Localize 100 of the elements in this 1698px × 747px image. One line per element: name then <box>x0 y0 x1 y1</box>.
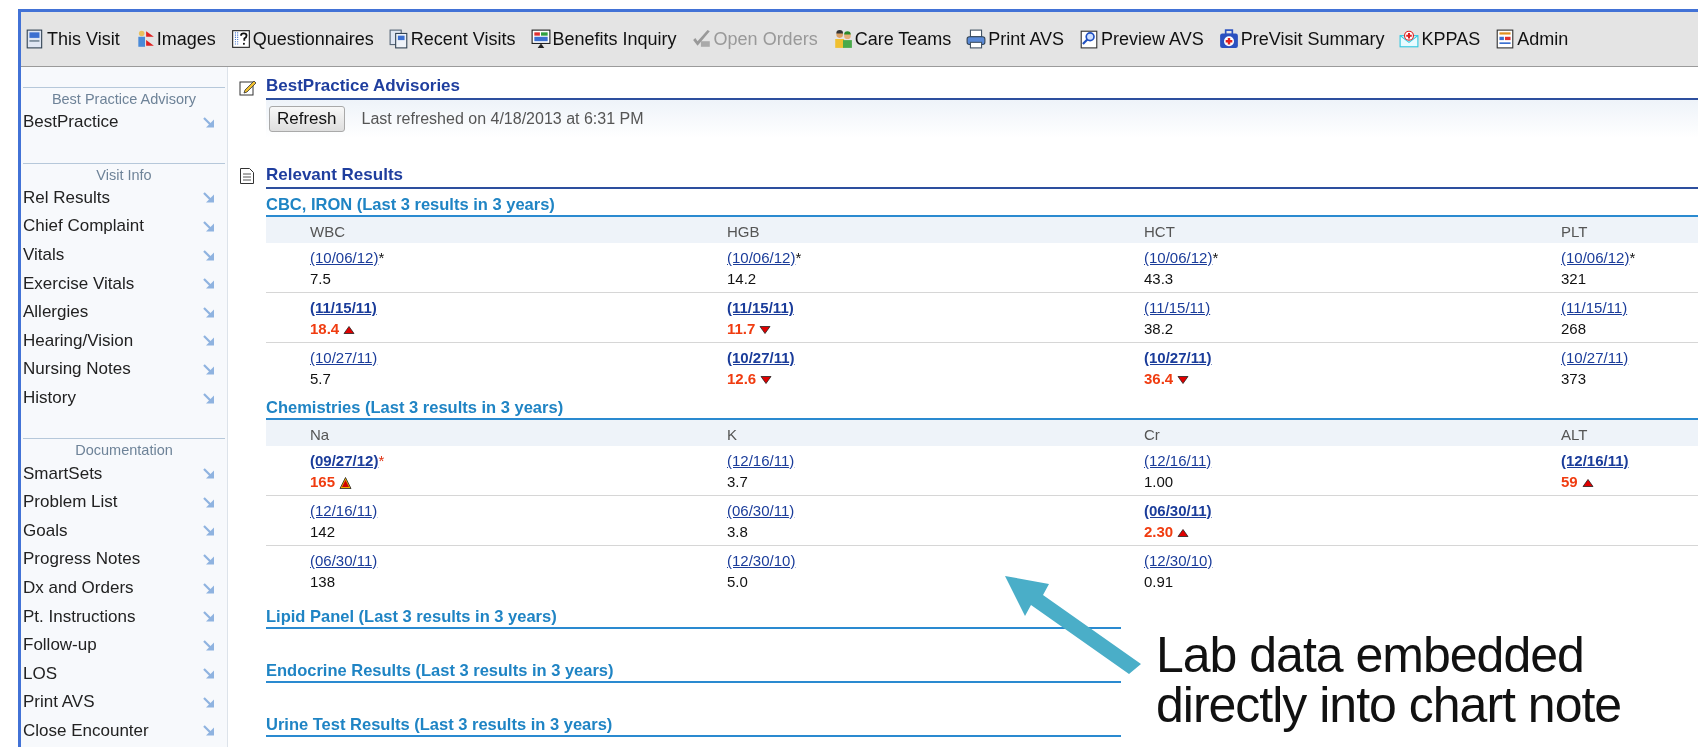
checkmark-icon <box>691 29 712 49</box>
date-link[interactable]: (12/30/10) <box>727 550 796 571</box>
result-value: 5.7 <box>310 369 331 389</box>
date-link[interactable]: (11/15/11) <box>1561 297 1628 318</box>
sidebar-link[interactable]: Progress Notes <box>21 545 227 574</box>
column-header: HCT <box>1144 223 1175 240</box>
sidebar-link[interactable]: Follow-up <box>21 630 227 660</box>
sidebar-link[interactable]: BestPractice <box>21 108 227 137</box>
note-mark: * <box>378 451 385 471</box>
column-header: ALT <box>1561 426 1588 443</box>
date-link[interactable]: (12/16/11) <box>727 450 795 471</box>
jump-arrow-icon <box>202 115 215 129</box>
panel-title: Urine Test Results (Last 3 results in 3 years) <box>266 713 1121 737</box>
date-link[interactable]: (10/27/11) <box>727 347 795 368</box>
pencil-icon <box>239 78 257 96</box>
sidebar-link[interactable]: Exercise Vitals <box>21 269 227 298</box>
sidebar-link[interactable]: Goals <box>21 516 227 546</box>
date-link[interactable]: (10/06/12) <box>1144 247 1213 268</box>
result-value: 36.4 <box>1144 369 1174 389</box>
jump-arrow-icon <box>202 552 215 566</box>
sidebar-link[interactable]: SmartSets <box>21 459 227 488</box>
date-link[interactable]: (06/30/11) <box>727 500 795 521</box>
jump-arrow-icon <box>202 695 215 709</box>
toolbar-button[interactable]: Images <box>133 26 217 52</box>
sidebar-link[interactable]: Allergies <box>21 297 227 327</box>
medical-bag-icon <box>1218 29 1239 49</box>
date-link[interactable]: (06/30/11) <box>310 550 378 571</box>
date-link[interactable]: (12/30/10) <box>1144 550 1213 571</box>
note-mark: * <box>795 248 802 268</box>
result-value: 321 <box>1561 269 1587 289</box>
date-link[interactable]: (12/16/11) <box>1561 450 1629 471</box>
jump-arrow-icon <box>202 667 215 681</box>
result-value: 0.91 <box>1144 572 1174 592</box>
sidebar-link[interactable]: Close Encounter <box>21 716 227 746</box>
result-value: 18.4 <box>310 319 340 339</box>
column-header: HGB <box>727 223 760 240</box>
result-value: 138 <box>310 572 336 592</box>
result-value: 373 <box>1561 369 1587 389</box>
sidebar-link[interactable]: Pt. Instructions <box>21 602 227 631</box>
group-title: Best Practice Advisory <box>23 87 225 108</box>
document-icon <box>239 167 255 185</box>
sidebar-link[interactable]: Nursing Notes <box>21 355 227 384</box>
toolbar-button[interactable]: KPPAS <box>1398 26 1482 52</box>
jump-arrow-icon <box>202 724 215 738</box>
result-value: 2.30 <box>1144 522 1174 542</box>
sidebar-link[interactable]: Chief Complaint <box>21 212 227 241</box>
toolbar-button[interactable]: Benefits Inquiry <box>529 26 678 52</box>
result-value: 5.0 <box>727 572 748 592</box>
result-value: 7.5 <box>310 269 331 289</box>
note-mark: * <box>378 248 385 268</box>
toolbar-button[interactable]: Admin <box>1494 26 1570 52</box>
toolbar-button[interactable]: Print AVS <box>965 26 1066 52</box>
date-link[interactable]: (10/06/12) <box>310 247 379 268</box>
date-link[interactable]: (12/16/11) <box>1144 450 1212 471</box>
date-link[interactable]: (11/15/11) <box>727 297 794 318</box>
sidebar-link[interactable]: LOS <box>21 659 227 689</box>
sidebar-link[interactable]: Rel Results <box>21 183 227 213</box>
toolbar-button[interactable]: PreVisit Summary <box>1217 26 1386 52</box>
toolbar-button[interactable]: Questionnaires <box>229 26 375 52</box>
result-value: 12.6 <box>727 369 757 389</box>
jump-arrow-icon <box>202 495 215 509</box>
jump-arrow-icon <box>202 334 215 348</box>
date-link[interactable]: (11/15/11) <box>1144 297 1211 318</box>
jump-arrow-icon <box>202 467 215 481</box>
jump-arrow-icon <box>202 524 215 538</box>
question-icon <box>230 29 251 49</box>
date-link[interactable]: (10/06/12) <box>727 247 796 268</box>
sidebar-link[interactable]: Vitals <box>21 240 227 270</box>
result-value: 14.2 <box>727 269 757 289</box>
result-value: 43.3 <box>1144 269 1174 289</box>
date-link[interactable]: (11/15/11) <box>310 297 377 318</box>
date-link[interactable]: (10/06/12) <box>1561 247 1630 268</box>
date-link[interactable]: (10/27/11) <box>1561 347 1629 368</box>
annotation-text: Lab data embedded directly into chart note <box>1156 630 1623 730</box>
note-mark: * <box>1212 248 1219 268</box>
date-link[interactable]: (09/27/12) <box>310 450 379 471</box>
sidebar-link[interactable]: Problem List <box>21 487 227 517</box>
result-value: 3.7 <box>727 472 748 492</box>
sidebar-link[interactable]: History <box>21 383 227 413</box>
date-link[interactable]: (10/27/11) <box>1144 347 1212 368</box>
magnifier-document-icon <box>1079 29 1100 49</box>
jump-arrow-icon <box>202 638 215 652</box>
date-link[interactable]: (10/27/11) <box>310 347 378 368</box>
toolbar-button[interactable]: This Visit <box>24 26 121 52</box>
result-value: 1.00 <box>1144 472 1174 492</box>
envelope-cross-icon <box>1399 29 1420 49</box>
result-value: 11.7 <box>727 319 756 339</box>
column-header: WBC <box>310 223 345 240</box>
sidebar-link[interactable]: Hearing/Vision <box>21 326 227 356</box>
refresh-button[interactable]: Refresh <box>269 106 345 132</box>
date-link[interactable]: (06/30/11) <box>1144 500 1212 521</box>
documents-icon <box>388 29 409 49</box>
sidebar-link[interactable]: Print AVS <box>21 688 227 717</box>
column-header: K <box>727 426 737 443</box>
toolbar-button[interactable]: Preview AVS <box>1078 26 1205 52</box>
sidebar-link[interactable]: Dx and Orders <box>21 573 227 603</box>
date-link[interactable]: (12/16/11) <box>310 500 378 521</box>
result-value: 268 <box>1561 319 1587 339</box>
toolbar-button[interactable]: Recent Visits <box>387 26 517 52</box>
toolbar-button[interactable]: Care Teams <box>831 26 953 52</box>
